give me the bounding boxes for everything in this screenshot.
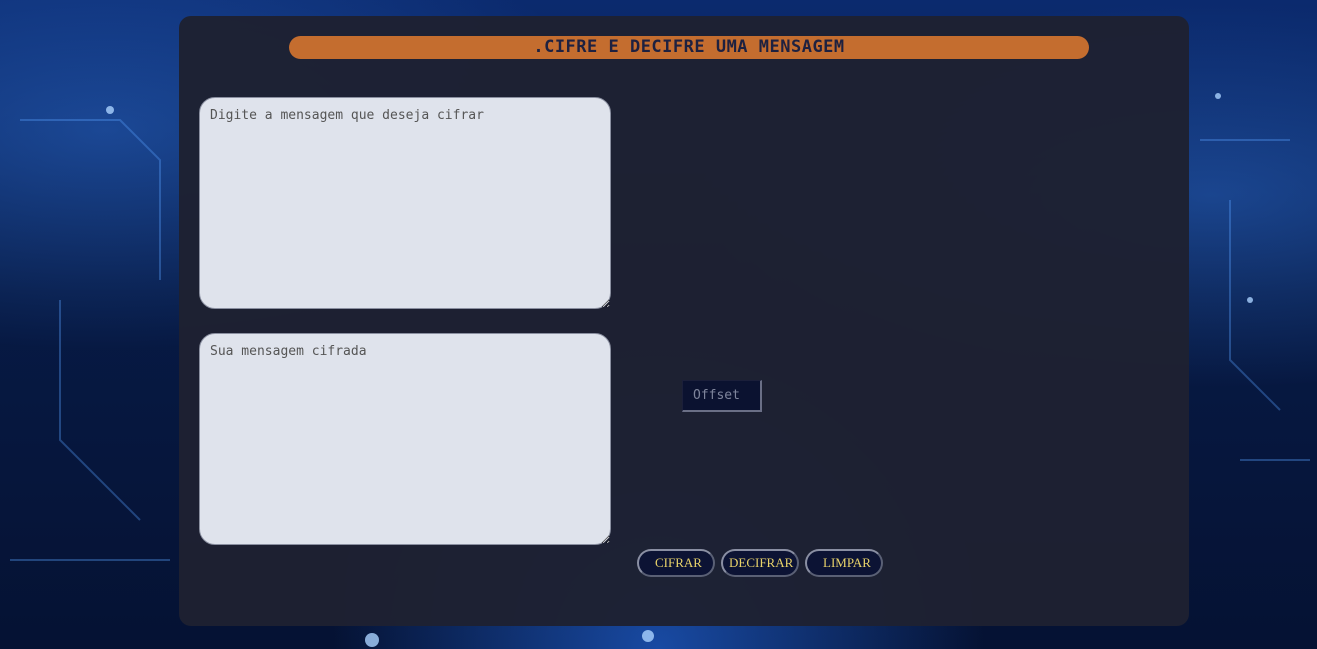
- offset-input[interactable]: [682, 380, 762, 412]
- page-title: .CIFRE E DECIFRE UMA MENSAGEM: [289, 36, 1089, 59]
- decrypt-button[interactable]: DECIFRAR: [721, 549, 799, 577]
- encrypted-message-output[interactable]: [199, 333, 611, 545]
- message-input[interactable]: [199, 97, 611, 309]
- action-buttons: CIFRAR DECIFRAR LIMPAR: [637, 549, 883, 577]
- encrypt-button[interactable]: CIFRAR: [637, 549, 715, 577]
- cipher-panel: .CIFRE E DECIFRE UMA MENSAGEM CIFRAR DEC…: [179, 16, 1189, 626]
- clear-button[interactable]: LIMPAR: [805, 549, 883, 577]
